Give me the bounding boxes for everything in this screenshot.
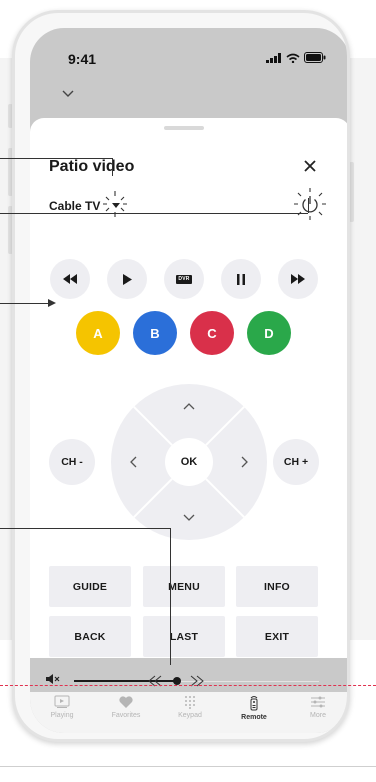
color-button-d[interactable]: D bbox=[247, 311, 291, 355]
tab-label: Remote bbox=[241, 714, 267, 721]
fast-forward-icon bbox=[291, 274, 305, 284]
annotation-line bbox=[308, 198, 309, 213]
color-button-c[interactable]: C bbox=[190, 311, 234, 355]
annotation-line bbox=[170, 528, 171, 665]
menu-button[interactable]: MENU bbox=[143, 566, 225, 607]
heart-icon bbox=[119, 696, 133, 708]
keypad-icon bbox=[185, 696, 195, 709]
annotation-line bbox=[0, 158, 112, 159]
dvr-button[interactable]: DVR bbox=[164, 259, 204, 299]
back-button[interactable]: BACK bbox=[49, 616, 131, 657]
annotation-arrow-icon bbox=[48, 299, 56, 307]
dpad-right-icon[interactable] bbox=[241, 456, 249, 468]
annotation-line bbox=[0, 303, 50, 304]
status-icons bbox=[266, 52, 326, 63]
annotation-dashed-line bbox=[0, 685, 376, 686]
dpad-divider bbox=[133, 406, 173, 446]
divider bbox=[0, 766, 376, 767]
dpad-left-icon[interactable] bbox=[129, 456, 137, 468]
fast-forward-button[interactable] bbox=[278, 259, 318, 299]
chevron-down-icon[interactable] bbox=[62, 90, 74, 98]
dpad-down-icon[interactable] bbox=[183, 514, 195, 522]
ok-button[interactable]: OK bbox=[165, 438, 213, 486]
device-selector[interactable]: Cable TV bbox=[49, 199, 100, 213]
tab-keypad[interactable]: Keypad bbox=[160, 692, 220, 733]
dpad-divider bbox=[205, 478, 245, 518]
channel-up-button[interactable]: CH + bbox=[273, 439, 319, 485]
pause-button[interactable] bbox=[221, 259, 261, 299]
last-button[interactable]: LAST bbox=[143, 616, 225, 657]
wifi-icon bbox=[286, 53, 300, 63]
tab-bar: Playing Favorites Keypad Remote More bbox=[30, 692, 347, 733]
annotation-line bbox=[112, 158, 113, 176]
dpad-divider bbox=[205, 406, 245, 446]
battery-icon bbox=[304, 52, 326, 63]
speaker-mute-icon[interactable] bbox=[46, 673, 60, 685]
tab-label: Favorites bbox=[111, 712, 141, 719]
play-button[interactable] bbox=[107, 259, 147, 299]
guide-button[interactable]: GUIDE bbox=[49, 566, 131, 607]
phone-screen: 9:41 Patio video Cable TV DVR A B C D OK… bbox=[30, 28, 347, 733]
tab-label: Playing bbox=[50, 712, 74, 719]
remote-sheet: Patio video Cable TV DVR A B C D OK CH -… bbox=[30, 118, 347, 658]
power-icon[interactable] bbox=[293, 187, 327, 221]
color-button-a[interactable]: A bbox=[76, 311, 120, 355]
annotation-line bbox=[0, 213, 308, 214]
tab-playing[interactable]: Playing bbox=[32, 692, 92, 733]
sheet-title: Patio video bbox=[49, 158, 135, 175]
tab-label: More bbox=[310, 712, 326, 719]
channel-down-button[interactable]: CH - bbox=[49, 439, 95, 485]
playing-icon bbox=[54, 695, 70, 708]
play-icon bbox=[123, 273, 132, 285]
more-icon bbox=[311, 696, 325, 708]
volume-row bbox=[30, 668, 347, 692]
dvr-icon: DVR bbox=[176, 274, 192, 284]
info-button[interactable]: INFO bbox=[236, 566, 318, 607]
exit-button[interactable]: EXIT bbox=[236, 616, 318, 657]
dpad: OK bbox=[111, 384, 267, 540]
dpad-up-icon[interactable] bbox=[183, 402, 195, 410]
tab-label: Keypad bbox=[178, 712, 202, 719]
rewind-button[interactable] bbox=[50, 259, 90, 299]
annotation-line bbox=[0, 528, 171, 529]
status-time: 9:41 bbox=[68, 51, 97, 67]
tab-remote[interactable]: Remote bbox=[224, 692, 284, 733]
tab-favorites[interactable]: Favorites bbox=[96, 692, 156, 733]
signal-icon bbox=[266, 52, 281, 63]
close-icon[interactable] bbox=[302, 158, 318, 174]
dpad-divider bbox=[133, 478, 173, 518]
highlight-sparkle-icon bbox=[103, 191, 127, 217]
remote-icon bbox=[250, 696, 258, 711]
tab-more[interactable]: More bbox=[288, 692, 347, 733]
phone-frame: 9:41 Patio video Cable TV DVR A B C D OK… bbox=[12, 10, 350, 742]
rewind-icon bbox=[63, 274, 77, 284]
sheet-grabber[interactable] bbox=[164, 126, 204, 130]
color-button-b[interactable]: B bbox=[133, 311, 177, 355]
pause-icon bbox=[237, 273, 245, 285]
